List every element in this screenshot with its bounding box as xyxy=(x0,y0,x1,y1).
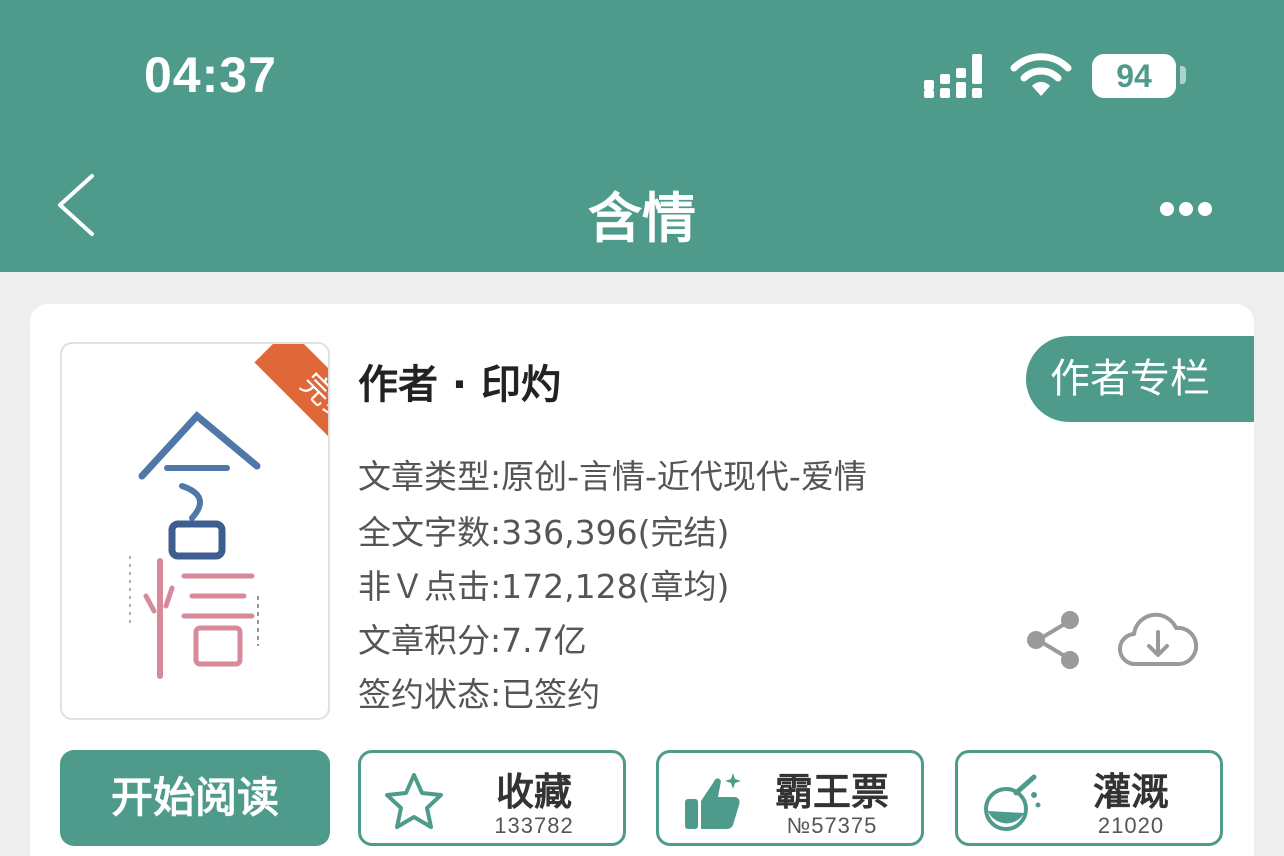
overlord-ticket-button[interactable]: 霸王票 №57375 xyxy=(656,750,924,846)
info-word-count: 全文字数:336,396(完结) xyxy=(358,513,730,552)
nutrient-label: 灌溉 xyxy=(1092,770,1169,814)
favorite-button[interactable]: 收藏 133782 xyxy=(358,750,626,846)
author-column-button[interactable]: 作者专栏 xyxy=(1026,336,1254,422)
thumbs-up-icon xyxy=(685,773,741,829)
more-icon[interactable] xyxy=(1156,192,1216,226)
wifi-icon xyxy=(1010,53,1072,96)
book-cover[interactable]: 完结 xyxy=(60,342,330,720)
share-icon[interactable] xyxy=(1024,610,1082,670)
battery-tip xyxy=(1180,66,1186,84)
start-reading-button[interactable]: 开始阅读 xyxy=(60,750,330,846)
battery-icon: 94 xyxy=(1092,54,1176,98)
favorite-count: 133782 xyxy=(494,813,574,838)
status-time: 04:37 xyxy=(144,47,277,103)
overlord-ticket-count: №57375 xyxy=(786,813,878,838)
author-name: 作者 · 印灼 xyxy=(358,362,562,408)
info-genre: 文章类型:原创-言情-近代现代-爱情 xyxy=(358,457,867,496)
cloud-download-icon[interactable] xyxy=(1118,606,1198,670)
nutrient-count: 21020 xyxy=(1097,813,1165,838)
info-contract: 签约状态:已签约 xyxy=(358,675,601,714)
page-title: 含情 xyxy=(588,187,696,250)
info-score: 文章积分:7.7亿 xyxy=(358,621,587,660)
top-bar: 04:37 94 含情 xyxy=(0,0,1284,272)
info-clicks: 非Ｖ点击:172,128(章均) xyxy=(358,567,730,606)
cover-calligraphy-image xyxy=(129,411,261,679)
signal-icon xyxy=(924,54,982,98)
watering-flask-icon xyxy=(984,774,1041,831)
favorite-label: 收藏 xyxy=(495,770,572,814)
overlord-ticket-label: 霸王票 xyxy=(774,770,889,814)
nutrient-button[interactable]: 灌溉 21020 xyxy=(955,750,1223,846)
star-icon xyxy=(385,773,443,829)
